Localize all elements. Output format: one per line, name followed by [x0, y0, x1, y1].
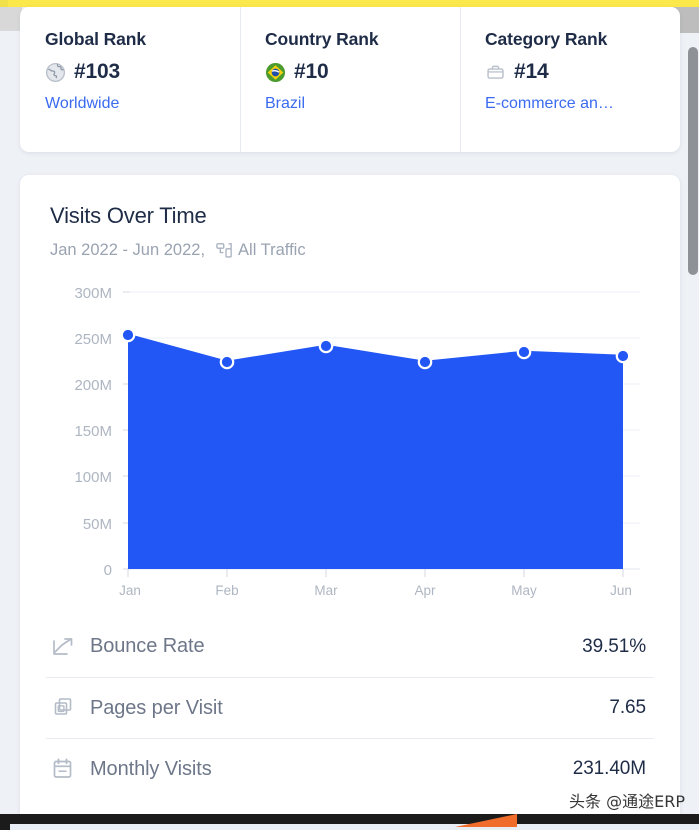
- metric-row-bounce-rate[interactable]: Bounce Rate 39.51%: [46, 616, 654, 677]
- chart-x-tickmarks: [127, 569, 624, 577]
- metric-value: 231.40M: [572, 758, 646, 779]
- metrics-list: Bounce Rate 39.51% Pages per Visit 7.65: [46, 616, 654, 799]
- ytick-label: 50M: [83, 516, 112, 533]
- category-rank-link[interactable]: E-commerce an…: [485, 95, 665, 113]
- ytick-label: 100M: [74, 469, 112, 486]
- brazil-flag-icon: [265, 62, 286, 83]
- xtick-label: Mar: [314, 583, 338, 598]
- metric-label: Bounce Rate: [90, 635, 205, 657]
- global-rank-value: #103: [74, 60, 120, 83]
- calendar-icon: [50, 756, 76, 782]
- traffic-segments-icon[interactable]: [213, 241, 232, 260]
- metric-label: Monthly Visits: [90, 757, 212, 780]
- chart-x-labels: Jan Feb Mar Apr May Jun: [119, 583, 632, 598]
- country-rank-title: Country Rank: [265, 29, 379, 49]
- country-rank-value: #10: [294, 60, 329, 83]
- metric-label: Pages per Visit: [90, 696, 223, 719]
- country-rank-card[interactable]: Country Rank #10 Brazil: [240, 7, 460, 152]
- top-strip-left-edge: [0, 0, 8, 7]
- xtick-label: Apr: [414, 583, 436, 598]
- metric-value: 7.65: [609, 697, 646, 718]
- global-rank-card[interactable]: Global Rank #103 Worldwide: [20, 7, 240, 152]
- scrollbar-thumb[interactable]: [688, 47, 698, 275]
- briefcase-icon: [485, 62, 506, 83]
- xtick-label: Jun: [610, 583, 632, 598]
- chart-area-fill: [128, 335, 623, 569]
- visits-chart[interactable]: 300M 250M 200M 150M 100M 50M 0 Jan Feb M…: [20, 274, 680, 604]
- ytick-label: 300M: [74, 285, 112, 302]
- xtick-label: Jan: [119, 583, 141, 598]
- page-chrome-left-nub: [0, 7, 22, 31]
- global-rank-value-row: #103: [45, 60, 240, 84]
- visits-date-range: Jan 2022 - Jun 2022,: [50, 241, 206, 259]
- watermark-text: 头条 @通途ERP: [569, 792, 685, 811]
- global-rank-link[interactable]: Worldwide: [45, 95, 225, 113]
- ytick-label: 0: [104, 562, 112, 579]
- category-rank-title: Category Rank: [485, 29, 608, 49]
- country-rank-value-row: #10: [265, 60, 460, 84]
- data-point[interactable]: [516, 344, 532, 360]
- trending-arrow-icon: [50, 634, 76, 660]
- data-point[interactable]: [219, 354, 235, 370]
- vertical-scrollbar[interactable]: [687, 7, 699, 830]
- chart-y-labels: 300M 250M 200M 150M 100M 50M 0: [74, 285, 112, 579]
- visits-subtitle: Jan 2022 - Jun 2022, All Traffic: [50, 241, 680, 260]
- data-point[interactable]: [615, 348, 631, 364]
- global-rank-title: Global Rank: [45, 29, 147, 49]
- bottom-dark-band: [0, 814, 699, 830]
- ytick-label: 250M: [74, 331, 112, 348]
- top-yellow-strip: [0, 0, 699, 7]
- ytick-label: 150M: [74, 423, 112, 440]
- traffic-filter-label[interactable]: All Traffic: [238, 241, 306, 260]
- xtick-label: May: [511, 583, 537, 598]
- xtick-label: Feb: [215, 583, 238, 598]
- category-rank-card[interactable]: Category Rank #14 E-commerce an…: [460, 7, 680, 152]
- data-point[interactable]: [318, 338, 334, 354]
- visits-over-time-card: Visits Over Time Jan 2022 - Jun 2022, Al…: [20, 175, 680, 823]
- rank-cards-row: Global Rank #103 Worldwide Country Rank: [20, 7, 680, 152]
- bottom-band-inner: [10, 824, 699, 830]
- metric-row-monthly-visits[interactable]: Monthly Visits 231.40M: [46, 738, 654, 799]
- orange-wedge-accent: [455, 814, 517, 827]
- metric-row-pages-per-visit[interactable]: Pages per Visit 7.65: [46, 677, 654, 738]
- ytick-label: 200M: [74, 377, 112, 394]
- metric-value: 39.51%: [582, 635, 646, 657]
- country-rank-link[interactable]: Brazil: [265, 95, 445, 113]
- data-point[interactable]: [120, 327, 136, 343]
- visits-area-chart[interactable]: 300M 250M 200M 150M 100M 50M 0 Jan Feb M…: [20, 274, 680, 604]
- category-rank-value: #14: [514, 60, 549, 83]
- stacked-pages-icon: [50, 695, 76, 721]
- category-rank-value-row: #14: [485, 60, 680, 84]
- data-point[interactable]: [417, 354, 433, 370]
- globe-icon: [45, 62, 66, 83]
- screenshot-root: Global Rank #103 Worldwide Country Rank: [0, 0, 699, 830]
- page-title: Visits Over Time: [50, 203, 207, 228]
